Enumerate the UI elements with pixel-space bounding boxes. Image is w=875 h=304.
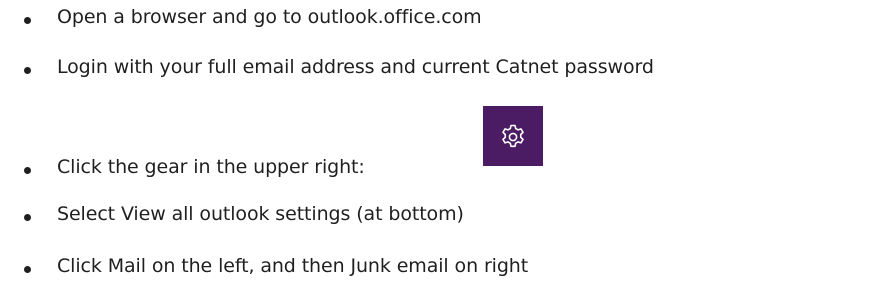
bullet-icon <box>24 266 31 273</box>
list-item: Click Mail on the left, and then Junk em… <box>0 249 875 289</box>
list-item: Login with your full email address and c… <box>0 50 875 90</box>
bullet-icon <box>24 214 31 221</box>
instruction-text: Click Mail on the left, and then Junk em… <box>57 255 529 277</box>
bullet-icon <box>24 17 31 24</box>
bullet-icon <box>24 67 31 74</box>
instruction-text: Click the gear in the upper right: <box>57 156 365 178</box>
bullet-icon <box>24 167 31 174</box>
gear-icon <box>502 124 524 148</box>
list-item: Click the gear in the upper right: <box>0 150 875 190</box>
instruction-text: Login with your full email address and c… <box>57 56 654 78</box>
list-item: Open a browser and go to outlook.office.… <box>0 0 875 40</box>
instruction-document: Open a browser and go to outlook.office.… <box>0 0 875 304</box>
instruction-text: Open a browser and go to outlook.office.… <box>57 6 482 28</box>
instruction-text: Select View all outlook settings (at bot… <box>57 203 464 225</box>
list-item: Select View all outlook settings (at bot… <box>0 197 875 237</box>
